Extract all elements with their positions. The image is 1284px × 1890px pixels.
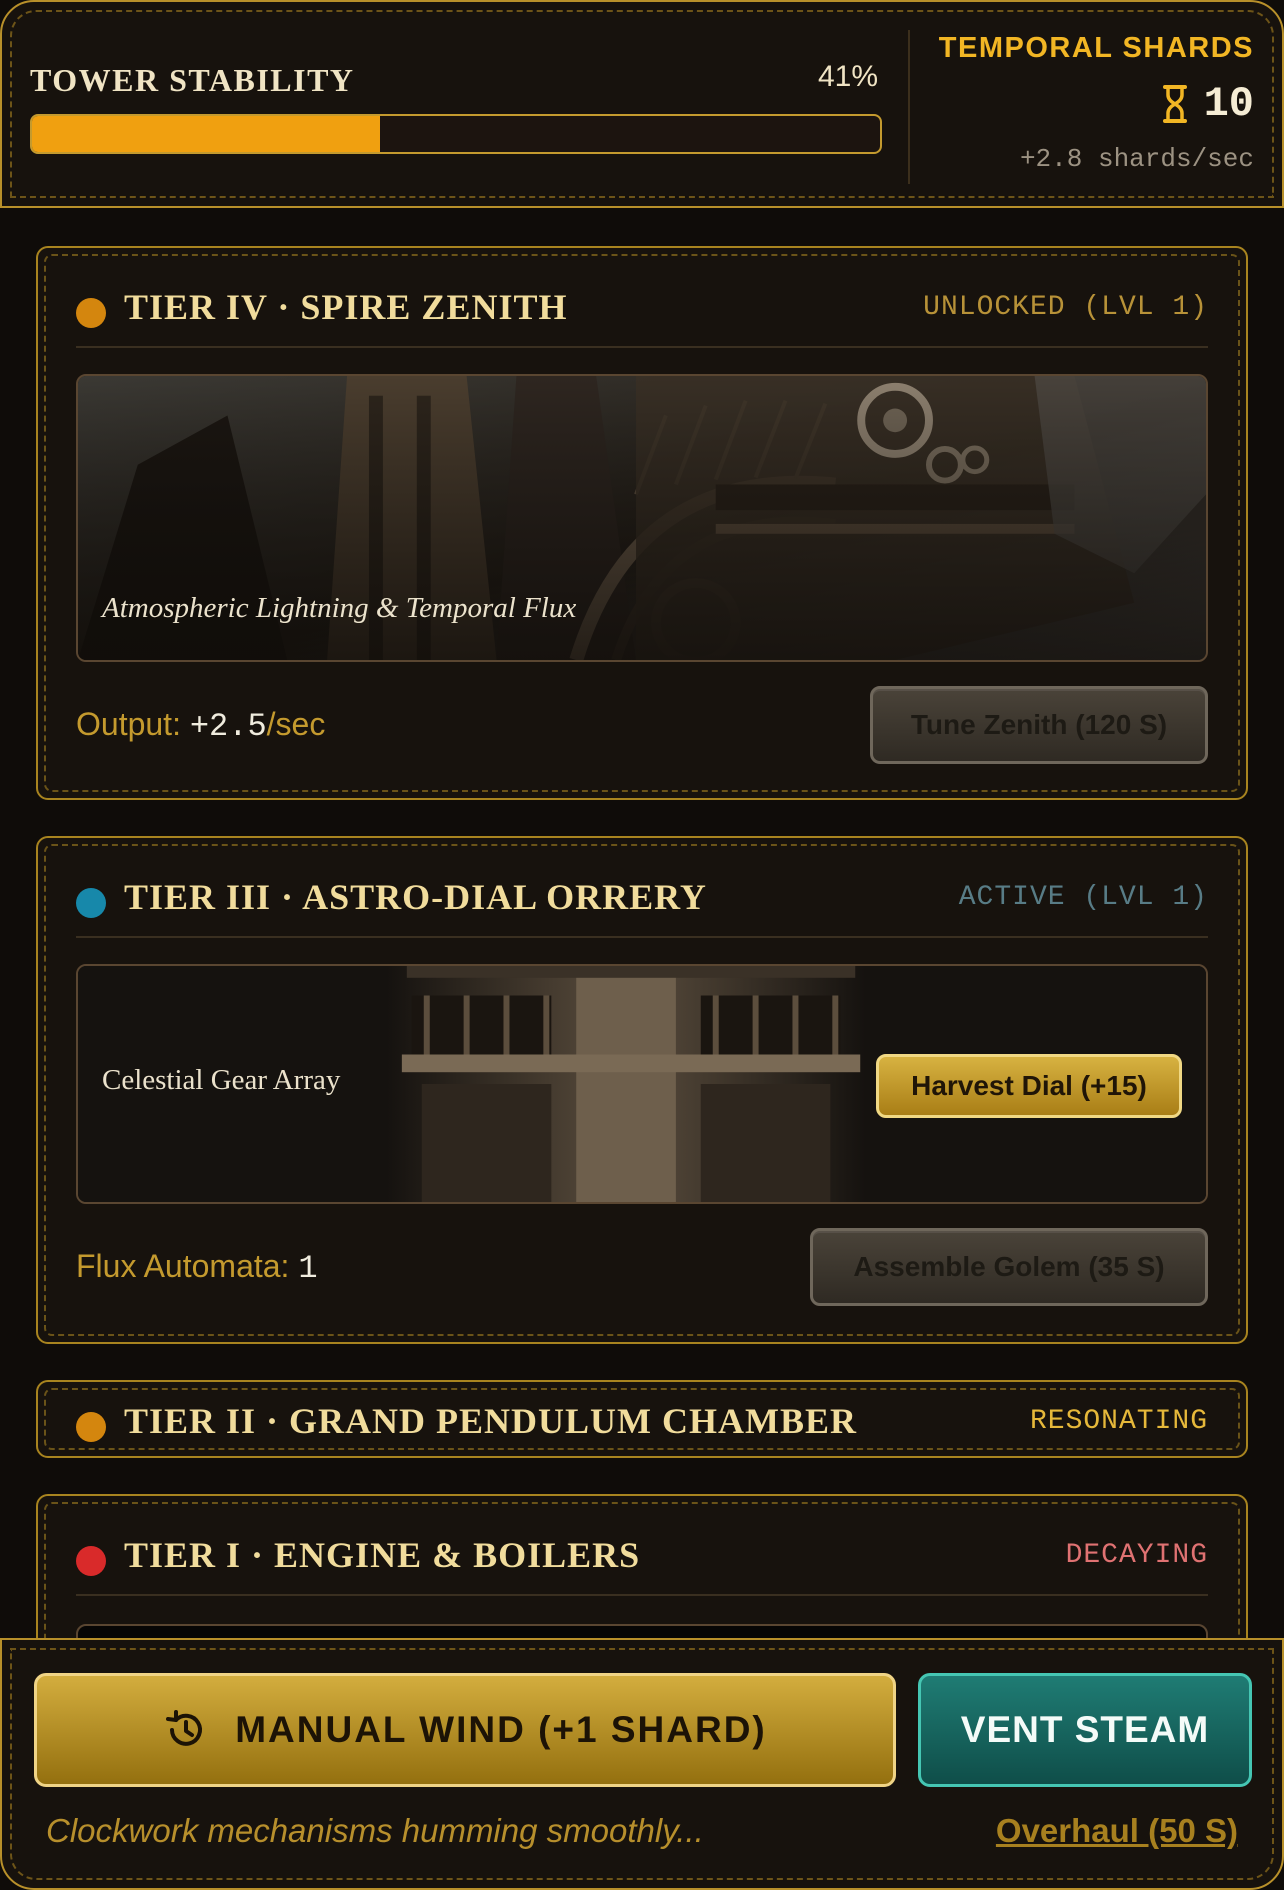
stability-bar-fill bbox=[32, 116, 380, 152]
tune-zenith-button[interactable]: Tune Zenith (120 S) bbox=[870, 686, 1208, 764]
output-unit: /sec bbox=[266, 706, 326, 742]
tier-status: RESONATING bbox=[1029, 1406, 1208, 1437]
tier-title: TIER I · ENGINE & BOILERS bbox=[124, 1535, 641, 1575]
vent-steam-button[interactable]: VENT STEAM bbox=[918, 1673, 1252, 1787]
tier-card-astro-dial-orrery: TIER III · ASTRO-DIAL ORRERY ACTIVE (LVL… bbox=[36, 836, 1248, 1344]
manual-wind-button[interactable]: MANUAL WIND (+1 SHARD) bbox=[34, 1673, 896, 1787]
stability-header: TOWER STABILITY 41% TEMPORAL SHARDS 10 +… bbox=[0, 0, 1284, 208]
scene-caption: Atmospheric Lightning & Temporal Flux bbox=[102, 592, 577, 624]
output-stat: Output: +2.5/sec bbox=[76, 706, 325, 745]
tier-status-dot bbox=[76, 1546, 106, 1576]
tier-header: TIER II · GRAND PENDULUM CHAMBER RESONAT… bbox=[76, 1398, 1208, 1456]
header-divider bbox=[908, 30, 910, 184]
spire-zenith-scene: Atmospheric Lightning & Temporal Flux bbox=[76, 374, 1208, 662]
tier-card-spire-zenith: TIER IV · SPIRE ZENITH UNLOCKED (LVL 1) bbox=[36, 246, 1248, 800]
output-label: Output: bbox=[76, 706, 181, 742]
flux-automata-stat: Flux Automata: 1 bbox=[76, 1248, 318, 1287]
shards-counter: 10 bbox=[1162, 80, 1254, 128]
tier-status: ACTIVE (LVL 1) bbox=[958, 882, 1208, 913]
overhaul-link[interactable]: Overhaul (50 S) bbox=[996, 1812, 1238, 1850]
manual-wind-label: MANUAL WIND (+1 SHARD) bbox=[235, 1709, 767, 1750]
tier-header: TIER I · ENGINE & BOILERS DECAYING bbox=[76, 1532, 1208, 1596]
tier-status: DECAYING bbox=[1065, 1540, 1208, 1571]
tier-status-dot bbox=[76, 888, 106, 918]
orrery-scene: Celestial Gear Array Harvest Dial (+15) bbox=[76, 964, 1208, 1204]
stability-title: TOWER STABILITY bbox=[30, 62, 355, 98]
flux-automata-label: Flux Automata: bbox=[76, 1248, 290, 1284]
shards-title: TEMPORAL SHARDS bbox=[938, 32, 1254, 64]
tier-title: TIER III · ASTRO-DIAL ORRERY bbox=[124, 877, 707, 917]
tier-status-dot bbox=[76, 298, 106, 328]
scene-caption: Celestial Gear Array bbox=[102, 1064, 341, 1096]
tier-status: UNLOCKED (LVL 1) bbox=[923, 292, 1208, 323]
action-footer: MANUAL WIND (+1 SHARD) VENT STEAM Clockw… bbox=[0, 1638, 1284, 1890]
stability-percent: 41% bbox=[817, 60, 878, 93]
assemble-golem-button[interactable]: Assemble Golem (35 S) bbox=[810, 1228, 1208, 1306]
tier-card-engine-boilers: TIER I · ENGINE & BOILERS DECAYING bbox=[36, 1494, 1248, 1654]
tier-header: TIER III · ASTRO-DIAL ORRERY ACTIVE (LVL… bbox=[76, 874, 1208, 938]
history-icon bbox=[166, 1710, 203, 1746]
harvest-dial-button[interactable]: Harvest Dial (+15) bbox=[876, 1054, 1182, 1118]
status-message: Clockwork mechanisms humming smoothly... bbox=[46, 1812, 704, 1849]
hourglass-icon bbox=[1162, 85, 1187, 123]
shards-rate: +2.8 shards/sec bbox=[1019, 144, 1254, 174]
flux-automata-value: 1 bbox=[298, 1250, 318, 1287]
tier-header: TIER IV · SPIRE ZENITH UNLOCKED (LVL 1) bbox=[76, 284, 1208, 348]
tier-status-dot bbox=[76, 1412, 106, 1442]
output-value: +2.5 bbox=[189, 708, 267, 745]
shards-count: 10 bbox=[1203, 80, 1254, 128]
stability-bar bbox=[30, 114, 882, 154]
tier-title: TIER II · GRAND PENDULUM CHAMBER bbox=[124, 1401, 858, 1441]
tier-card-grand-pendulum-chamber[interactable]: TIER II · GRAND PENDULUM CHAMBER RESONAT… bbox=[36, 1380, 1248, 1458]
tier-title: TIER IV · SPIRE ZENITH bbox=[124, 287, 568, 327]
